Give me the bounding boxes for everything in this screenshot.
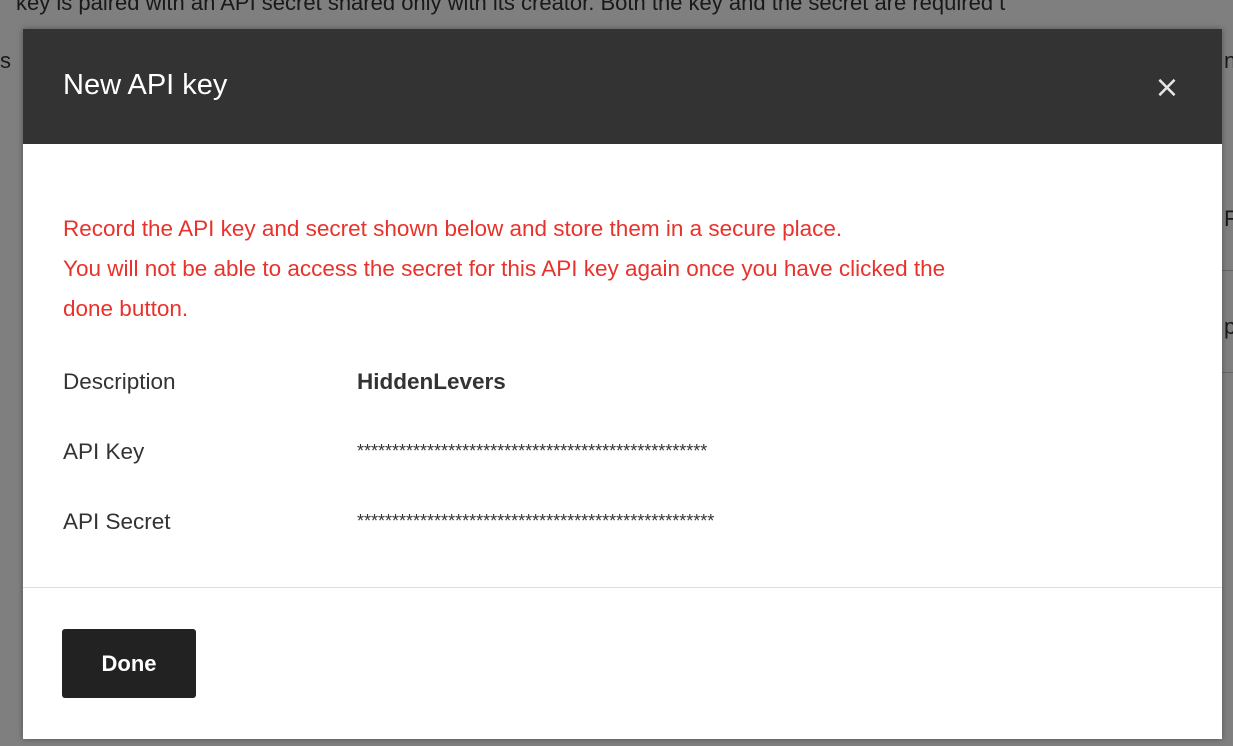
close-icon[interactable]: ×	[1152, 73, 1182, 103]
description-row: Description HiddenLevers	[63, 369, 1173, 409]
api-secret-value: ****************************************…	[357, 511, 715, 531]
done-button[interactable]: Done	[62, 629, 196, 698]
dialog-title: New API key	[63, 69, 228, 101]
description-value: HiddenLevers	[357, 369, 506, 394]
api-secret-row: API Secret *****************************…	[63, 509, 1173, 549]
api-key-value: ****************************************…	[357, 441, 708, 461]
new-api-key-dialog: New API key × Record the API key and sec…	[23, 29, 1222, 739]
footer-divider	[23, 587, 1222, 588]
warning-message: Record the API key and secret shown belo…	[63, 209, 1173, 329]
api-secret-label: API Secret	[63, 509, 171, 534]
dialog-header: New API key ×	[23, 29, 1222, 144]
warning-line: done button.	[63, 296, 189, 321]
api-key-label: API Key	[63, 439, 145, 464]
description-label: Description	[63, 369, 176, 394]
api-key-row: API Key ********************************…	[63, 439, 1173, 479]
warning-line: Record the API key and secret shown belo…	[63, 216, 843, 241]
warning-line: You will not be able to access the secre…	[63, 256, 946, 281]
